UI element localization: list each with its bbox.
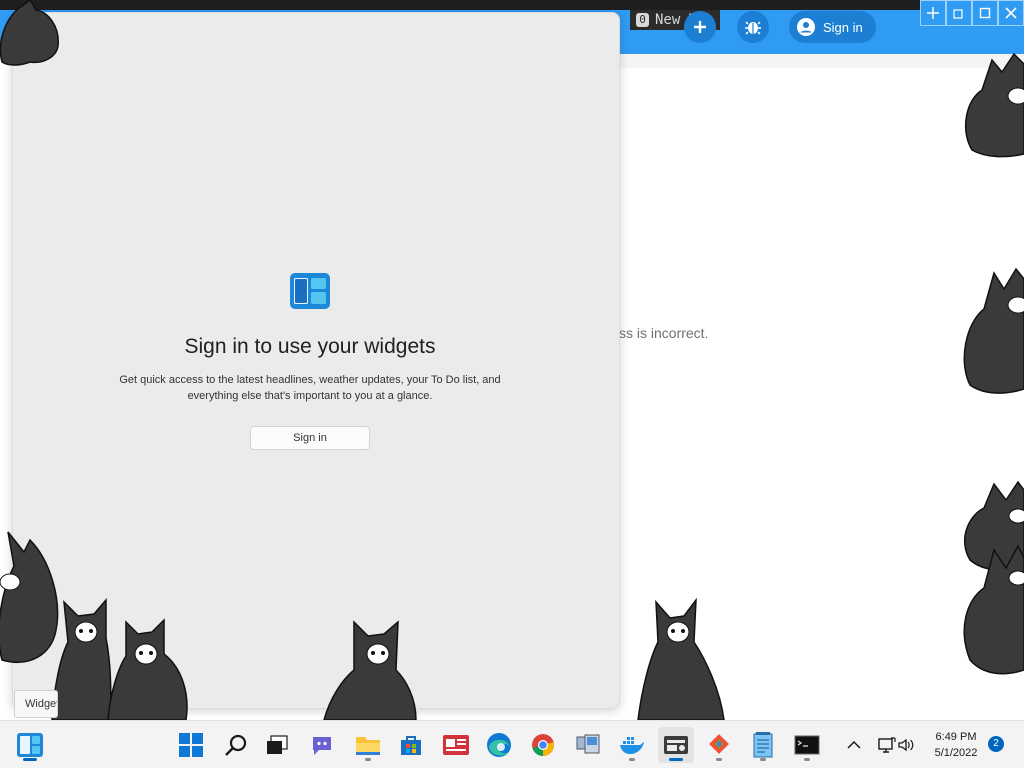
widgets-description: Get quick access to the latest headlines… [119,374,501,402]
minimize-window-button[interactable] [946,0,972,26]
taskbar: 6:49 PM 5/1/2022 [0,720,1024,768]
close-window-button[interactable] [998,0,1024,26]
show-hidden-icons-button[interactable] [838,727,870,763]
taskbar-terminal-button[interactable] [789,727,825,763]
tab-count-badge: 0 [636,13,649,27]
desktop-pet-creature [0,0,59,66]
active-indicator [669,758,683,761]
browser-sign-in-label: Sign in [823,19,863,35]
running-indicator [804,758,810,761]
volume-icon [898,738,914,752]
taskbar-chat-button[interactable] [304,727,340,763]
store-icon [401,736,421,755]
move-icon [927,7,939,19]
taskbar-task-view-button[interactable] [259,727,295,763]
taskbar-store-button[interactable] [393,727,429,763]
browser-sign-in-button[interactable]: Sign in [789,11,876,43]
clock-time: 6:49 PM [935,731,977,743]
docker-icon [620,737,644,754]
taskbar-widgets-button[interactable] [12,727,48,763]
edge-icon [487,733,511,757]
move-window-button[interactable] [920,0,946,26]
desktop-pet-creature [637,598,725,720]
login-error-message: ss is incorrect. [619,325,709,341]
widgets-title: Sign in to use your widgets [184,335,436,358]
widgets-logo-icon [290,273,330,309]
chrome-icon [532,734,554,756]
card-app-icon [664,736,688,754]
bug-report-button[interactable] [737,11,769,43]
account-icon [797,18,815,36]
taskbar-docker-button[interactable] [614,727,650,763]
desktop-pet-creature [51,598,188,720]
notepad-icon [753,732,773,758]
taskbar-edge-button[interactable] [481,727,517,763]
network-volume-button[interactable] [870,727,922,763]
bug-icon [745,21,761,35]
widgets-sign-in-button[interactable]: Sign in [250,426,370,450]
desktop-pet-creature [323,620,417,720]
search-icon [225,734,247,756]
active-indicator [23,758,37,761]
running-indicator [365,758,371,761]
taskbar-file-explorer-button[interactable] [350,727,386,763]
maximize-icon [979,7,991,19]
desktop-pet-creature [963,267,1024,394]
running-indicator [760,758,766,761]
taskbar-chrome-button[interactable] [525,727,561,763]
remote-desktop-icon [576,734,600,754]
taskbar-search-button[interactable] [218,727,254,763]
add-button[interactable] [684,11,716,43]
folder-icon [356,737,380,755]
taskbar-notepad-button[interactable] [745,727,781,763]
notification-count-badge[interactable]: 2 [988,736,1004,752]
close-icon [1005,7,1017,19]
task-view-icon [267,735,288,754]
desktop-pet-creature [964,52,1024,158]
widgets-tooltip: Widgets [14,690,58,718]
teams-chat-icon [313,737,331,755]
restore-icon [953,9,963,19]
plus-icon [694,21,706,33]
windows-start-icon [179,733,203,757]
running-indicator [629,758,635,761]
taskbar-git-button[interactable] [701,727,737,763]
running-indicator [716,758,722,761]
widgets-icon [17,733,43,757]
maximize-window-button[interactable] [972,0,998,26]
taskbar-news-button[interactable] [438,727,474,763]
browser-tab-strip [0,0,1024,10]
news-icon [443,735,469,755]
taskbar-remote-desktop-button[interactable] [570,727,606,763]
desktop-pet-creature [963,480,1024,675]
clock[interactable]: 6:49 PM 5/1/2022 [924,729,988,761]
chevron-up-icon [847,740,861,749]
taskbar-start-button[interactable] [173,727,209,763]
taskbar-card-app-button[interactable] [658,727,694,763]
clock-date: 5/1/2022 [934,747,978,759]
git-icon [709,734,729,754]
terminal-icon [794,735,820,755]
network-icon [878,737,896,753]
